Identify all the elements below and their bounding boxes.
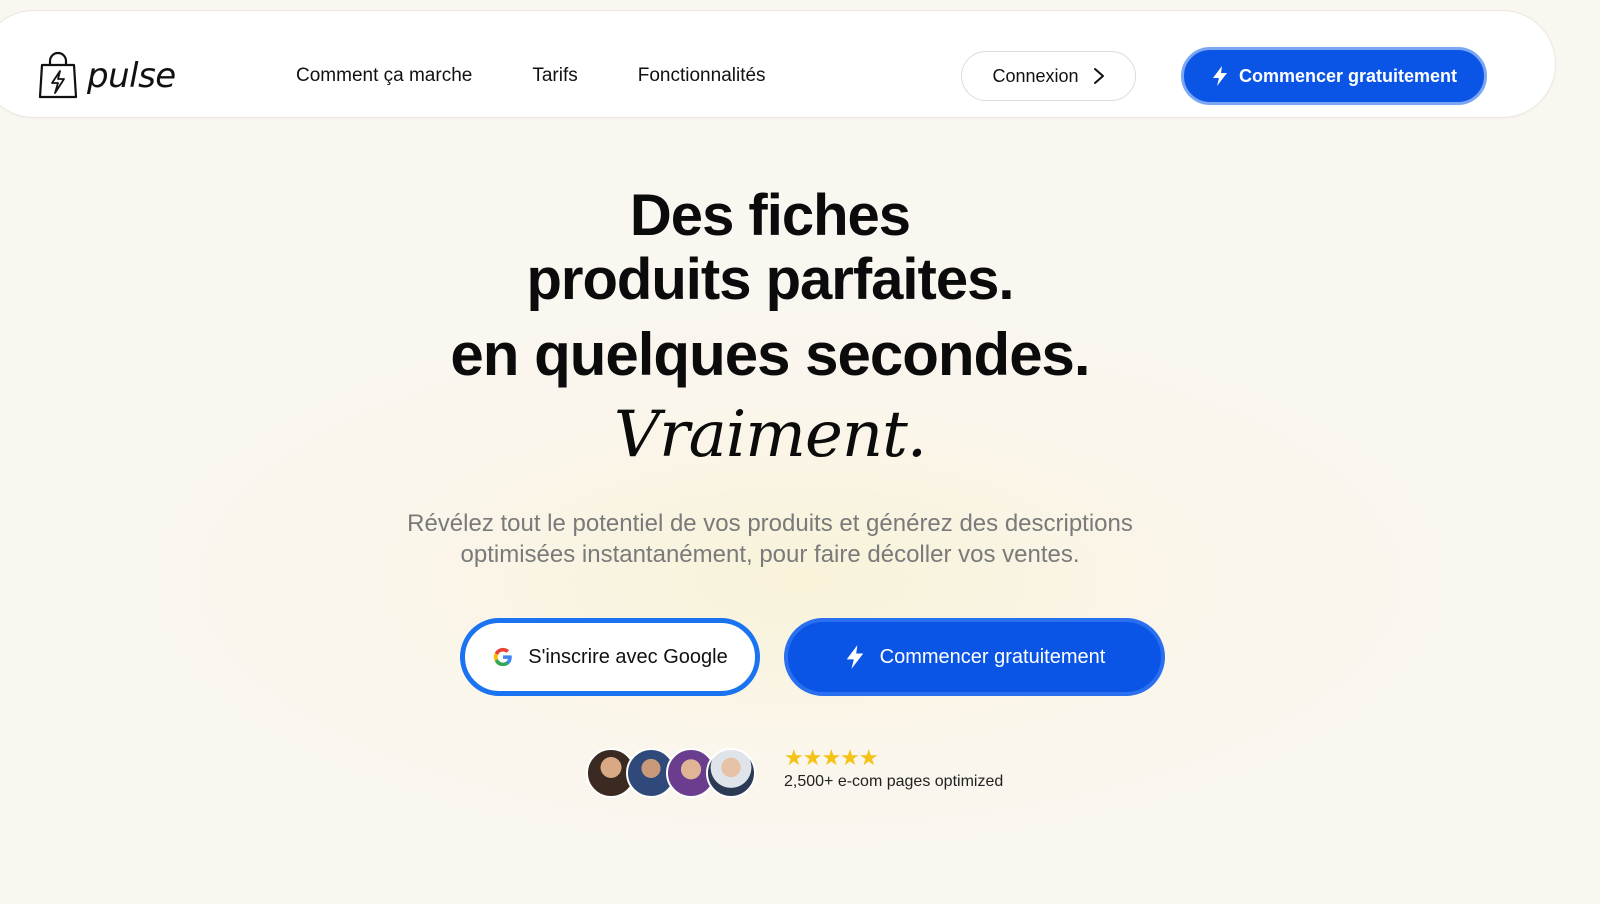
avatar [706, 748, 756, 798]
customer-avatars [586, 748, 756, 798]
hero-title-line-3: en quelques secondes. [450, 321, 1090, 388]
brand-logo[interactable]: pulse [37, 51, 176, 101]
rating-text: 2,500+ e-com pages optimized [784, 773, 1004, 790]
hero-start-free-label: Commencer gratuitement [879, 645, 1106, 668]
nav-start-free-button[interactable]: Commencer gratuitement [1181, 47, 1487, 105]
hero-title-line-1: Des fiches [629, 183, 911, 248]
main-nav: Comment ça marche Tarifs Fonctionnalités [296, 65, 766, 87]
hero-subtitle-line-1: Révélez tout le potentiel de vos produit… [407, 510, 1133, 537]
hero-title-line-2: produits parfaites. [526, 247, 1015, 312]
bolt-icon [846, 645, 863, 669]
hero-subtitle-line-2: optimisées instantanément, pour faire dé… [460, 541, 1080, 568]
chevron-right-icon [1093, 68, 1104, 84]
shopping-bag-bolt-icon [38, 51, 78, 99]
login-button-label: Connexion [992, 65, 1079, 86]
top-navbar: pulse Comment ça marche Tarifs Fonctionn… [0, 10, 1556, 118]
hero-start-free-button[interactable]: Commencer gratuitement [784, 618, 1165, 696]
google-signup-label: S'inscrire avec Google [528, 645, 728, 668]
star-rating: ★★★★★ [784, 746, 879, 771]
google-signup-button[interactable]: S'inscrire avec Google [460, 618, 760, 696]
nav-link-how-it-works[interactable]: Comment ça marche [296, 65, 472, 87]
hero-subtitle: Révélez tout le potentiel de vos produit… [0, 508, 1540, 570]
nav-start-free-label: Commencer gratuitement [1238, 65, 1458, 86]
rating-block: ★★★★★ 2,500+ e-com pages optimized [784, 746, 1003, 791]
nav-link-pricing[interactable]: Tarifs [532, 65, 577, 87]
brand-name: pulse [87, 56, 176, 96]
nav-link-features[interactable]: Fonctionnalités [638, 65, 766, 87]
bolt-icon [1212, 66, 1227, 86]
login-button[interactable]: Connexion [961, 51, 1136, 101]
google-icon [494, 647, 513, 667]
hero-title-line-4: Vraiment. [613, 398, 927, 472]
